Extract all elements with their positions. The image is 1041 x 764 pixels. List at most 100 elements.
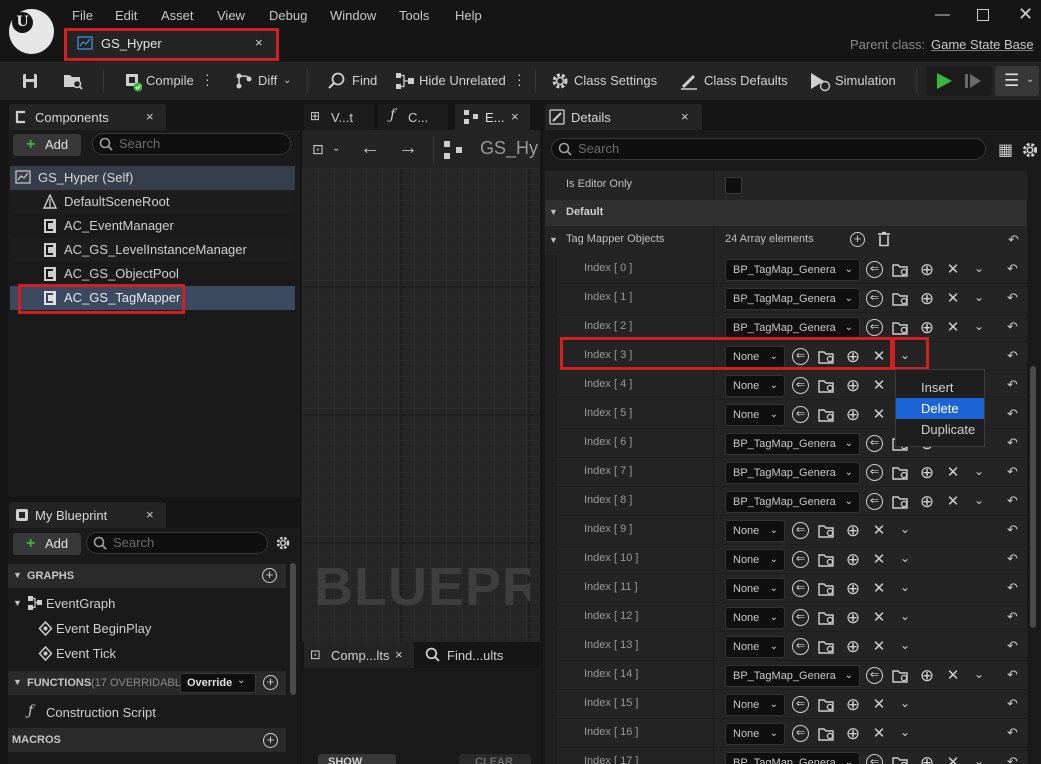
add-element-icon[interactable]: ⊕ (844, 580, 862, 598)
hamburger-icon[interactable]: ☰ (1004, 71, 1019, 91)
is-editor-only-checkbox[interactable] (725, 177, 742, 194)
diff-chevron-down-icon[interactable]: ⌄ (283, 75, 291, 86)
clear-x-icon[interactable]: ✕ (944, 464, 962, 482)
object-picker-combo[interactable]: None ⌄ (725, 375, 785, 397)
event-item[interactable]: Event BeginPlay (56, 621, 151, 636)
tab-find-results[interactable]: Find...ults (447, 648, 503, 663)
row-options-chevron-down-icon[interactable]: ⌄ (970, 491, 988, 509)
details-scrollbar[interactable] (1030, 366, 1036, 628)
reset-to-default-icon[interactable]: ↶ (1007, 754, 1018, 764)
forward-arrow-icon[interactable]: → (398, 137, 418, 160)
use-selected-arrow-icon[interactable]: ⇐ (866, 261, 883, 278)
add-element-icon[interactable]: ⊕ (918, 464, 936, 482)
hide-unrelated-button[interactable]: Hide Unrelated (419, 62, 506, 100)
document-tab-close-icon[interactable]: × (255, 35, 263, 50)
diff-icon[interactable] (234, 71, 254, 91)
clear-x-icon[interactable]: ✕ (870, 725, 888, 743)
row-options-chevron-down-icon[interactable]: ⌄ (896, 694, 914, 712)
use-selected-arrow-icon[interactable]: ⇐ (792, 406, 809, 423)
tag-mapper-collapse-icon[interactable]: ▼ (549, 235, 558, 245)
use-selected-arrow-icon[interactable]: ⇐ (866, 435, 883, 452)
add-element-icon[interactable]: ⊕ (918, 319, 936, 337)
diff-button[interactable]: Diff (258, 62, 277, 100)
details-tab-close-icon[interactable]: × (681, 109, 689, 124)
details-search-input[interactable]: Search (551, 138, 986, 160)
browse-folder-icon[interactable] (892, 755, 910, 764)
close-window-icon[interactable]: ✕ (1018, 4, 1033, 25)
row-options-chevron-down-icon[interactable]: ⌄ (970, 462, 988, 480)
clear-x-icon[interactable]: ✕ (870, 638, 888, 656)
clear-x-icon[interactable]: ✕ (944, 754, 962, 764)
reset-to-default-icon[interactable]: ↶ (1007, 406, 1018, 422)
my-blueprint-scrollbar[interactable] (290, 563, 296, 695)
event-item[interactable]: Event Tick (56, 646, 116, 661)
row-options-chevron-down-icon[interactable]: ⌄ (970, 752, 988, 764)
simulation-button[interactable]: Simulation (835, 62, 896, 100)
browse-folder-icon[interactable] (818, 407, 836, 425)
add-element-icon[interactable]: ⊕ (844, 725, 862, 743)
browse-folder-icon[interactable] (818, 552, 836, 570)
object-picker-combo[interactable]: None ⌄ (725, 520, 785, 542)
menu-debug[interactable]: Debug (267, 6, 309, 26)
clear-x-icon[interactable]: ✕ (944, 261, 962, 279)
context-menu-insert[interactable]: Insert (896, 377, 984, 398)
components-search-input[interactable]: Search (92, 133, 291, 155)
bookmark-icon[interactable]: ⊡ (312, 141, 324, 158)
clear-x-icon[interactable]: ✕ (944, 493, 962, 511)
object-picker-combo[interactable]: BP_TagMap_Genera ⌄ (725, 752, 860, 764)
menu-asset[interactable]: Asset (159, 6, 196, 26)
use-selected-arrow-icon[interactable]: ⇐ (792, 551, 809, 568)
clear-x-icon[interactable]: ✕ (944, 319, 962, 337)
clear-button[interactable]: CLEAR (459, 754, 531, 764)
class-defaults-button[interactable]: Class Defaults (704, 62, 788, 100)
clear-x-icon[interactable]: ✕ (870, 696, 888, 714)
add-macro-icon[interactable]: + (263, 733, 278, 748)
reset-to-default-icon[interactable]: ↶ (1007, 667, 1018, 683)
menu-edit[interactable]: Edit (113, 6, 139, 26)
add-element-icon[interactable]: ⊕ (918, 754, 936, 764)
reset-to-default-icon[interactable]: ↶ (1007, 551, 1018, 567)
class-settings-button[interactable]: Class Settings (574, 62, 657, 100)
browse-folder-icon[interactable] (818, 610, 836, 628)
browse-folder-icon[interactable] (892, 465, 910, 483)
reset-to-default-icon[interactable]: ↶ (1007, 435, 1018, 451)
menu-help[interactable]: Help (453, 6, 484, 26)
object-picker-combo[interactable]: BP_TagMap_Genera ⌄ (725, 259, 860, 281)
row-options-chevron-down-icon[interactable]: ⌄ (970, 259, 988, 277)
object-picker-combo[interactable]: BP_TagMap_Genera ⌄ (725, 462, 860, 484)
context-menu-duplicate[interactable]: Duplicate (896, 419, 984, 440)
my-blueprint-search-input[interactable]: Search (86, 532, 268, 554)
browse-folder-icon[interactable] (818, 697, 836, 715)
hide-unrelated-icon[interactable] (394, 71, 416, 91)
compile-button[interactable]: Compile (146, 62, 194, 100)
clear-x-icon[interactable]: ✕ (870, 377, 888, 395)
class-settings-gear-icon[interactable] (550, 71, 570, 91)
back-arrow-icon[interactable]: ← (360, 137, 380, 160)
reset-to-default-icon[interactable]: ↶ (1007, 725, 1018, 741)
use-selected-arrow-icon[interactable]: ⇐ (792, 522, 809, 539)
clear-x-icon[interactable]: ✕ (944, 290, 962, 308)
object-picker-combo[interactable]: None ⌄ (725, 578, 785, 600)
menu-window[interactable]: Window (328, 6, 378, 26)
reset-to-default-icon[interactable]: ↶ (1007, 493, 1018, 509)
use-selected-arrow-icon[interactable]: ⇐ (866, 667, 883, 684)
add-element-icon[interactable]: ⊕ (918, 261, 936, 279)
reset-to-default-icon[interactable]: ↶ (1007, 290, 1018, 306)
reset-to-default-icon[interactable]: ↶ (1007, 580, 1018, 596)
clear-x-icon[interactable]: ✕ (870, 580, 888, 598)
my-blueprint-tab-close-icon[interactable]: × (146, 507, 154, 522)
add-element-icon[interactable]: ⊕ (844, 377, 862, 395)
graph-breadcrumb[interactable]: GS_Hy (480, 138, 538, 159)
browse-asset-icon[interactable] (62, 71, 84, 91)
row-options-chevron-down-icon[interactable]: ⌄ (896, 723, 914, 741)
browse-folder-icon[interactable] (818, 581, 836, 599)
add-element-icon[interactable]: ⊕ (918, 290, 936, 308)
reset-to-default-icon[interactable]: ↶ (1007, 464, 1018, 480)
object-picker-combo[interactable]: BP_TagMap_Genera ⌄ (725, 317, 860, 339)
row-options-chevron-down-icon[interactable]: ⌄ (970, 288, 988, 306)
add-graph-icon[interactable]: + (262, 568, 277, 583)
reset-to-default-icon[interactable]: ↶ (1007, 261, 1018, 277)
browse-folder-icon[interactable] (818, 726, 836, 744)
eventgraph-collapse-icon[interactable]: ▼ (13, 598, 22, 608)
use-selected-arrow-icon[interactable]: ⇐ (792, 580, 809, 597)
